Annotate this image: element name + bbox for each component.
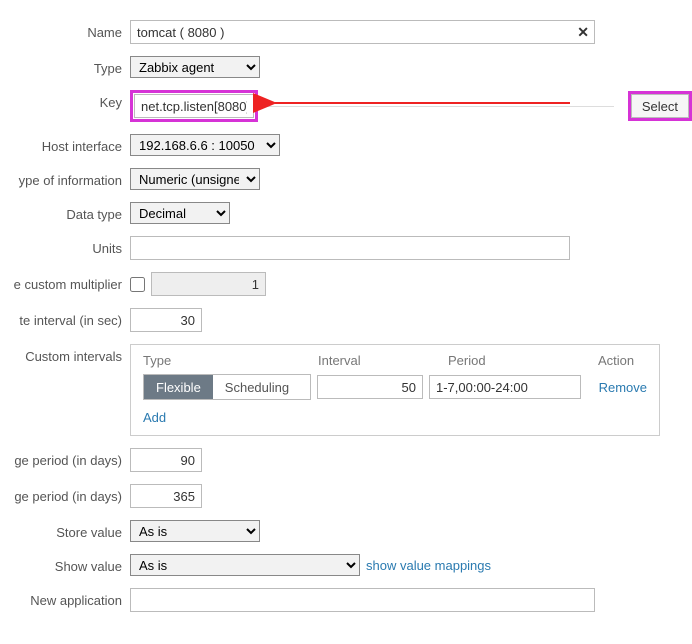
custom-multiplier-value [151, 272, 266, 296]
type-of-info-select[interactable]: Numeric (unsigned) [130, 168, 260, 190]
ci-scheduling-button[interactable]: Scheduling [213, 375, 301, 399]
select-button-highlight: Select [628, 91, 692, 121]
units-input[interactable] [130, 236, 570, 260]
history-period-input[interactable] [130, 448, 202, 472]
label-trend-period: ge period (in days) [0, 484, 130, 504]
host-interface-select[interactable]: 192.168.6.6 : 10050 [130, 134, 280, 156]
store-value-select[interactable]: As is [130, 520, 260, 542]
ci-row: Flexible Scheduling Remove [143, 374, 647, 400]
trend-period-input[interactable] [130, 484, 202, 508]
label-store-value: Store value [0, 520, 130, 540]
key-input[interactable] [134, 94, 254, 118]
clear-icon[interactable]: ✕ [577, 24, 589, 41]
name-input[interactable] [130, 20, 595, 44]
new-application-input[interactable] [130, 588, 595, 612]
label-type: Type [0, 56, 130, 76]
label-name: Name [0, 20, 130, 40]
label-custom-intervals: Custom intervals [0, 344, 130, 364]
label-type-of-info: ype of information [0, 168, 130, 188]
type-select[interactable]: Zabbix agent [130, 56, 260, 78]
label-key: Key [0, 90, 130, 110]
label-custom-multiplier: e custom multiplier [0, 272, 130, 292]
update-interval-input[interactable] [130, 308, 202, 332]
show-value-select[interactable]: As is [130, 554, 360, 576]
show-value-mappings-link[interactable]: show value mappings [366, 558, 491, 573]
ci-period-input[interactable] [429, 375, 581, 399]
custom-intervals-box: Type Interval Period Action Flexible Sch… [130, 344, 660, 436]
custom-multiplier-checkbox[interactable] [130, 277, 145, 292]
label-update-interval: te interval (in sec) [0, 308, 130, 328]
ci-header-action: Action [598, 353, 647, 368]
label-host-interface: Host interface [0, 134, 130, 154]
key-highlight [130, 90, 258, 122]
ci-add-link[interactable]: Add [143, 410, 166, 425]
ci-header-period: Period [448, 353, 598, 368]
label-data-type: Data type [0, 202, 130, 222]
label-history-period: ge period (in days) [0, 448, 130, 468]
ci-header-type: Type [143, 353, 318, 368]
ci-remove-link[interactable]: Remove [599, 380, 647, 395]
label-units: Units [0, 236, 130, 256]
label-new-application: New application [0, 588, 130, 608]
label-show-value: Show value [0, 554, 130, 574]
ci-flexible-button[interactable]: Flexible [144, 375, 213, 399]
ci-interval-input[interactable] [317, 375, 423, 399]
select-button[interactable]: Select [631, 94, 689, 118]
ci-type-segment: Flexible Scheduling [143, 374, 311, 400]
ci-header-interval: Interval [318, 353, 448, 368]
data-type-select[interactable]: Decimal [130, 202, 230, 224]
